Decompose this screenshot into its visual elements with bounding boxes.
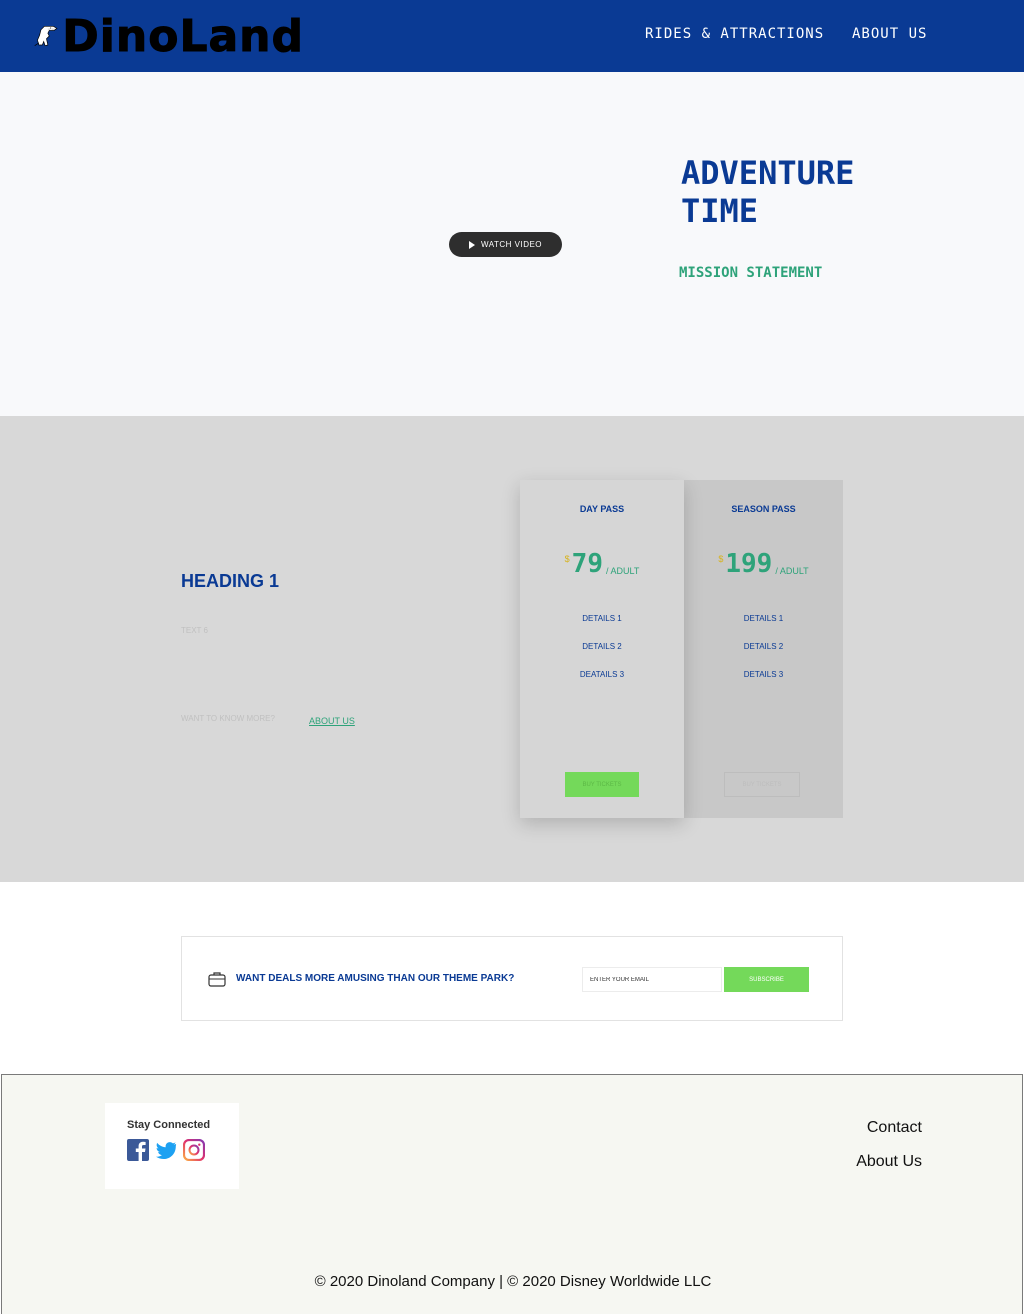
season-pass-card: Season Pass $ 199 / Adult Details 1 Deta… bbox=[684, 480, 843, 818]
dinosaur-logo-icon bbox=[34, 25, 58, 47]
briefcase-icon bbox=[208, 972, 226, 987]
detail-item: Details 1 bbox=[743, 614, 784, 623]
section-heading: Heading 1 bbox=[181, 571, 280, 591]
card-title: Season Pass bbox=[731, 504, 796, 514]
email-input[interactable] bbox=[582, 967, 722, 992]
mission-statement: Mission Statement bbox=[679, 265, 823, 281]
site-footer: Stay Connected Contact About Us © 2020 D… bbox=[1, 1074, 1023, 1314]
instagram-icon[interactable] bbox=[183, 1139, 205, 1161]
detail-item: Details 2 bbox=[743, 642, 784, 651]
watch-video-label: WATCH VIDEO bbox=[480, 240, 543, 249]
newsletter-bar: Want deals more amusing than our theme p… bbox=[181, 936, 843, 1021]
detail-item: Details 2 bbox=[582, 642, 622, 651]
currency-symbol: $ bbox=[718, 554, 724, 564]
footer-about-link[interactable]: About Us bbox=[856, 1153, 922, 1171]
detail-item: Details 3 bbox=[743, 670, 784, 679]
social-box: Stay Connected bbox=[105, 1103, 239, 1189]
detail-item: Details 1 bbox=[582, 614, 622, 623]
watch-video-button[interactable]: WATCH VIDEO bbox=[449, 232, 562, 257]
nav-rides-attractions[interactable]: Rides & Attractions bbox=[645, 26, 824, 42]
price-row: $ 79 / Adult bbox=[520, 550, 684, 578]
buy-day-pass-button[interactable]: Buy Tickets bbox=[565, 772, 639, 797]
section-text: Text 6 bbox=[181, 626, 208, 635]
stay-connected-label: Stay Connected bbox=[127, 1119, 211, 1131]
card-title: Day Pass bbox=[579, 504, 625, 514]
currency-symbol: $ bbox=[564, 554, 570, 564]
logo-text: DinoLand bbox=[62, 10, 304, 62]
price-value: 199 bbox=[725, 549, 773, 579]
want-more-text: Want to know more? bbox=[181, 714, 275, 723]
subscribe-button[interactable]: Subscribe bbox=[724, 967, 809, 992]
footer-contact-link[interactable]: Contact bbox=[867, 1119, 922, 1137]
nav-about-us[interactable]: About Us bbox=[852, 26, 927, 42]
buy-season-pass-button[interactable]: Buy Tickets bbox=[724, 772, 800, 797]
copyright-text: © 2020 Dinoland Company | © 2020 Disney … bbox=[314, 1273, 712, 1290]
logo[interactable]: DinoLand bbox=[34, 4, 304, 68]
twitter-icon[interactable] bbox=[155, 1139, 177, 1161]
hero-title: Adventure Time bbox=[681, 154, 855, 230]
price-unit: / Adult bbox=[775, 566, 809, 576]
social-icons bbox=[127, 1139, 205, 1161]
pricing-section bbox=[0, 416, 1024, 882]
price-row: $ 199 / Adult bbox=[684, 550, 843, 578]
about-us-link[interactable]: About Us bbox=[309, 716, 355, 726]
newsletter-text: Want deals more amusing than our theme p… bbox=[236, 973, 515, 984]
facebook-icon[interactable] bbox=[127, 1139, 149, 1161]
price-unit: / Adult bbox=[605, 566, 640, 576]
site-header: DinoLand Rides & Attractions About Us bbox=[0, 0, 1024, 72]
detail-item: Deatails 3 bbox=[579, 670, 625, 679]
play-icon bbox=[468, 240, 475, 249]
price-value: 79 bbox=[571, 549, 603, 579]
day-pass-card: Day Pass $ 79 / Adult Details 1 Details … bbox=[520, 480, 684, 818]
